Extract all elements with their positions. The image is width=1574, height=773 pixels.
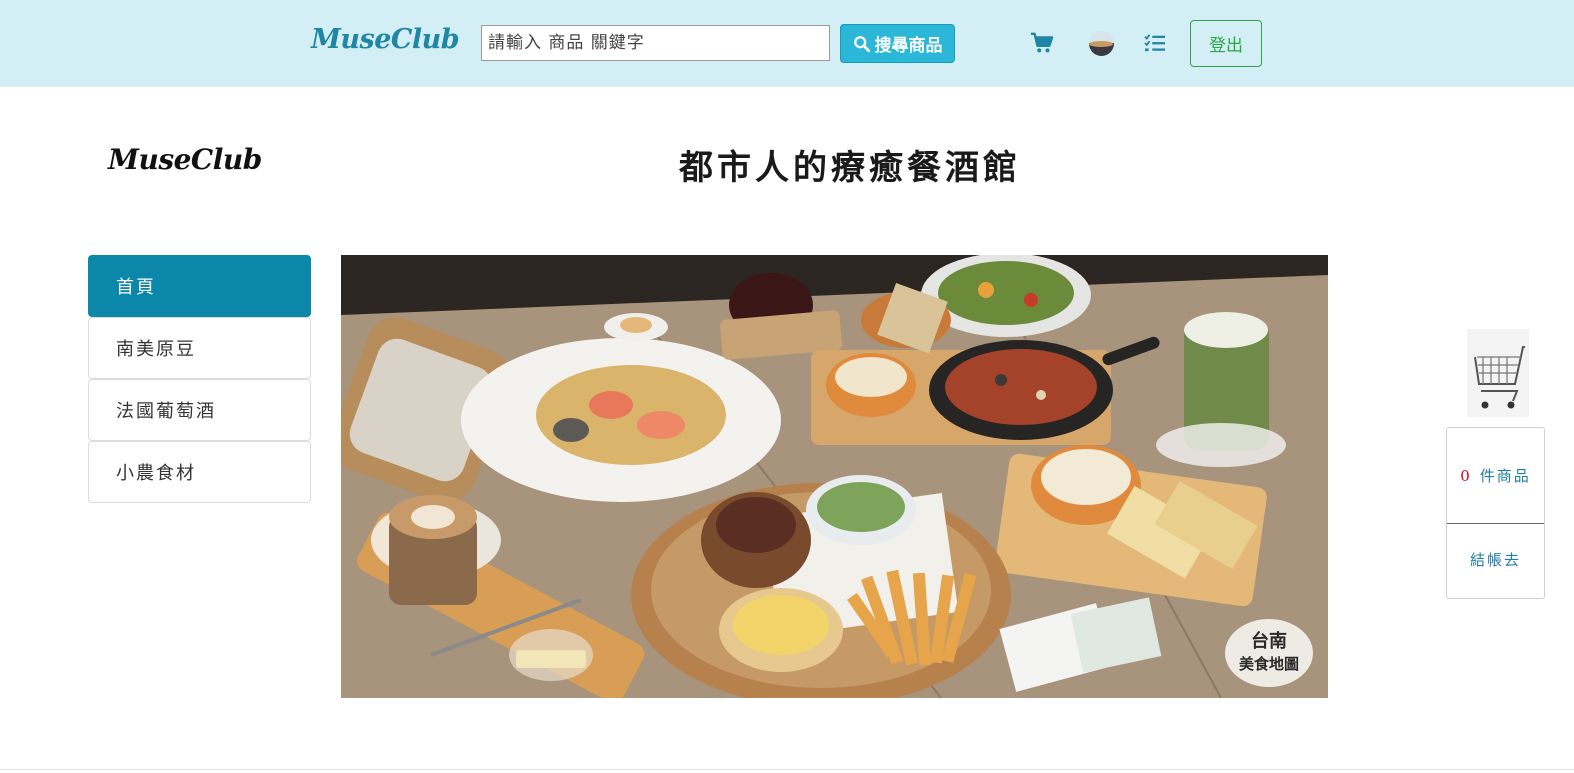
- page-title: 都市人的療癒餐酒館: [679, 148, 1021, 188]
- logout-button[interactable]: 登出: [1190, 20, 1262, 67]
- sidebar-item-home[interactable]: 首頁: [88, 255, 311, 317]
- list-check-icon[interactable]: [1143, 30, 1167, 56]
- search-button-label: 搜尋商品: [874, 36, 943, 56]
- checkout-button[interactable]: 結帳去: [1447, 524, 1544, 594]
- watermark-line2: 美食地圖: [1239, 655, 1299, 673]
- search-icon: [853, 35, 870, 52]
- search-input[interactable]: [481, 25, 830, 61]
- top-navbar: MuseClub 搜尋商品 登出: [0, 0, 1574, 87]
- hero-food-image: 台南 美食地圖: [341, 255, 1328, 698]
- cart-count-label: 件商品: [1479, 467, 1531, 485]
- navbar-brand-logo[interactable]: MuseClub: [311, 24, 460, 55]
- cart-count-number: 0: [1460, 466, 1472, 485]
- floating-cart-panel: 0 件商品 結帳去: [1446, 427, 1545, 599]
- sidebar-item-farm-ingredients[interactable]: 小農食材: [88, 441, 311, 503]
- sidebar-item-french-wine[interactable]: 法國葡萄酒: [88, 379, 311, 441]
- cart-icon[interactable]: [1029, 30, 1055, 56]
- category-sidebar: 首頁 南美原豆 法國葡萄酒 小農食材: [88, 255, 311, 503]
- footer-divider: [0, 769, 1574, 770]
- avatar[interactable]: [1089, 31, 1114, 56]
- cart-count[interactable]: 0 件商品: [1447, 428, 1544, 524]
- site-logo[interactable]: MuseClub: [108, 143, 262, 176]
- search-button[interactable]: 搜尋商品: [840, 24, 955, 63]
- sidebar-item-south-american-beans[interactable]: 南美原豆: [88, 317, 311, 379]
- watermark-line1: 台南: [1251, 630, 1287, 652]
- shopping-cart-icon[interactable]: [1467, 329, 1529, 417]
